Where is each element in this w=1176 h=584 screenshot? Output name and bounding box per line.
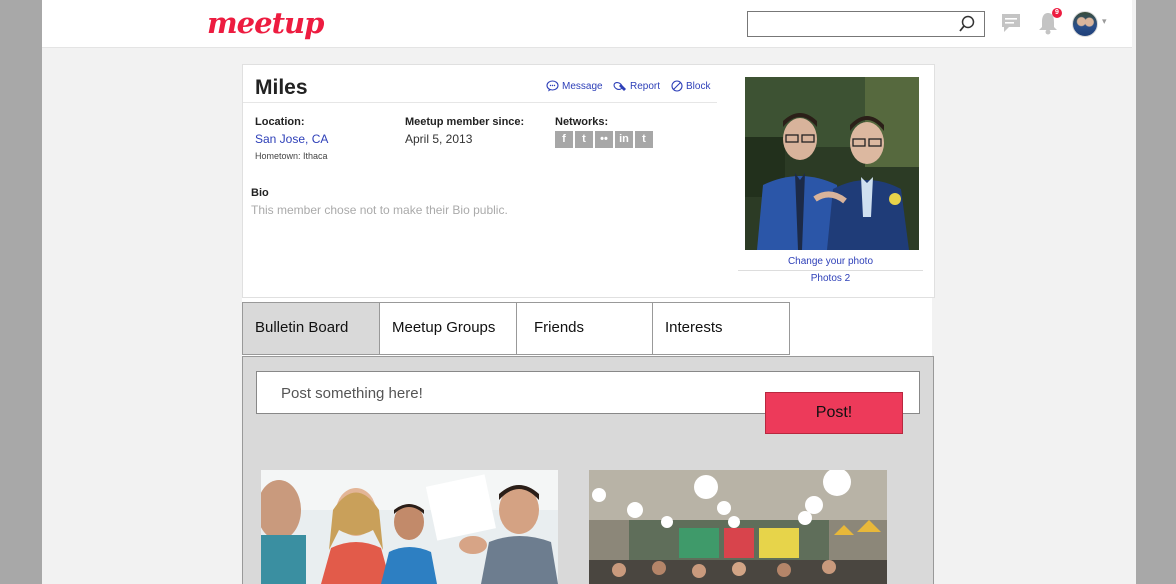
tab-meetup-groups[interactable]: Meetup Groups (379, 302, 517, 355)
linkedin-icon[interactable]: in (615, 131, 633, 148)
feed-photo-group-meetup[interactable] (261, 470, 558, 584)
report-icon (613, 81, 626, 91)
location-label: Location: (255, 116, 305, 128)
block-icon (671, 80, 683, 92)
twitter-icon[interactable]: t (575, 131, 593, 148)
change-photo-link[interactable]: Change your photo (738, 256, 923, 267)
user-avatar[interactable] (1072, 11, 1098, 37)
profile-card: Miles Message Report Block Location: San… (242, 64, 935, 298)
feed-photo-event-space[interactable] (589, 470, 887, 584)
member-name: Miles (255, 76, 308, 99)
profile-photo[interactable] (745, 77, 919, 250)
message-icon (546, 80, 559, 92)
block-link[interactable]: Block (671, 80, 710, 92)
search-icon[interactable] (958, 15, 976, 38)
message-link[interactable]: Message (546, 80, 603, 92)
member-since-label: Meetup member since: (405, 116, 525, 128)
networks-list: f t •• in t (555, 131, 653, 148)
meetup-logo[interactable]: meetup (207, 6, 324, 40)
hometown-text: Hometown: Ithaca (255, 151, 328, 161)
bio-label: Bio (251, 187, 269, 199)
tumblr-icon[interactable]: t (635, 131, 653, 148)
networks-label: Networks: (555, 116, 609, 128)
messages-icon[interactable] (1000, 12, 1022, 39)
tab-friends[interactable]: Friends (516, 302, 653, 355)
member-since-value: April 5, 2013 (405, 132, 473, 146)
photos-link[interactable]: Photos 2 (738, 273, 923, 284)
divider (738, 270, 923, 271)
divider (243, 102, 717, 103)
block-label: Block (686, 80, 711, 92)
post-button[interactable]: Post! (765, 392, 903, 434)
tab-bulletin-board[interactable]: Bulletin Board (242, 302, 380, 355)
location-link[interactable]: San Jose, CA (255, 132, 328, 146)
search-input[interactable] (752, 15, 952, 33)
notification-badge: 9 (1052, 8, 1062, 18)
report-link[interactable]: Report (613, 80, 660, 92)
tab-interests[interactable]: Interests (652, 302, 790, 355)
flickr-icon[interactable]: •• (595, 131, 613, 148)
top-navigation-bar: meetup 9 ▾ (42, 0, 1132, 48)
bio-text: This member chose not to make their Bio … (251, 203, 508, 217)
search-box[interactable] (747, 11, 985, 37)
message-label: Message (562, 80, 603, 92)
chevron-down-icon[interactable]: ▾ (1102, 16, 1107, 27)
report-label: Report (630, 80, 661, 92)
post-input[interactable] (281, 382, 741, 404)
profile-tabs: Bulletin Board Meetup Groups Friends Int… (242, 298, 932, 356)
facebook-icon[interactable]: f (555, 131, 573, 148)
